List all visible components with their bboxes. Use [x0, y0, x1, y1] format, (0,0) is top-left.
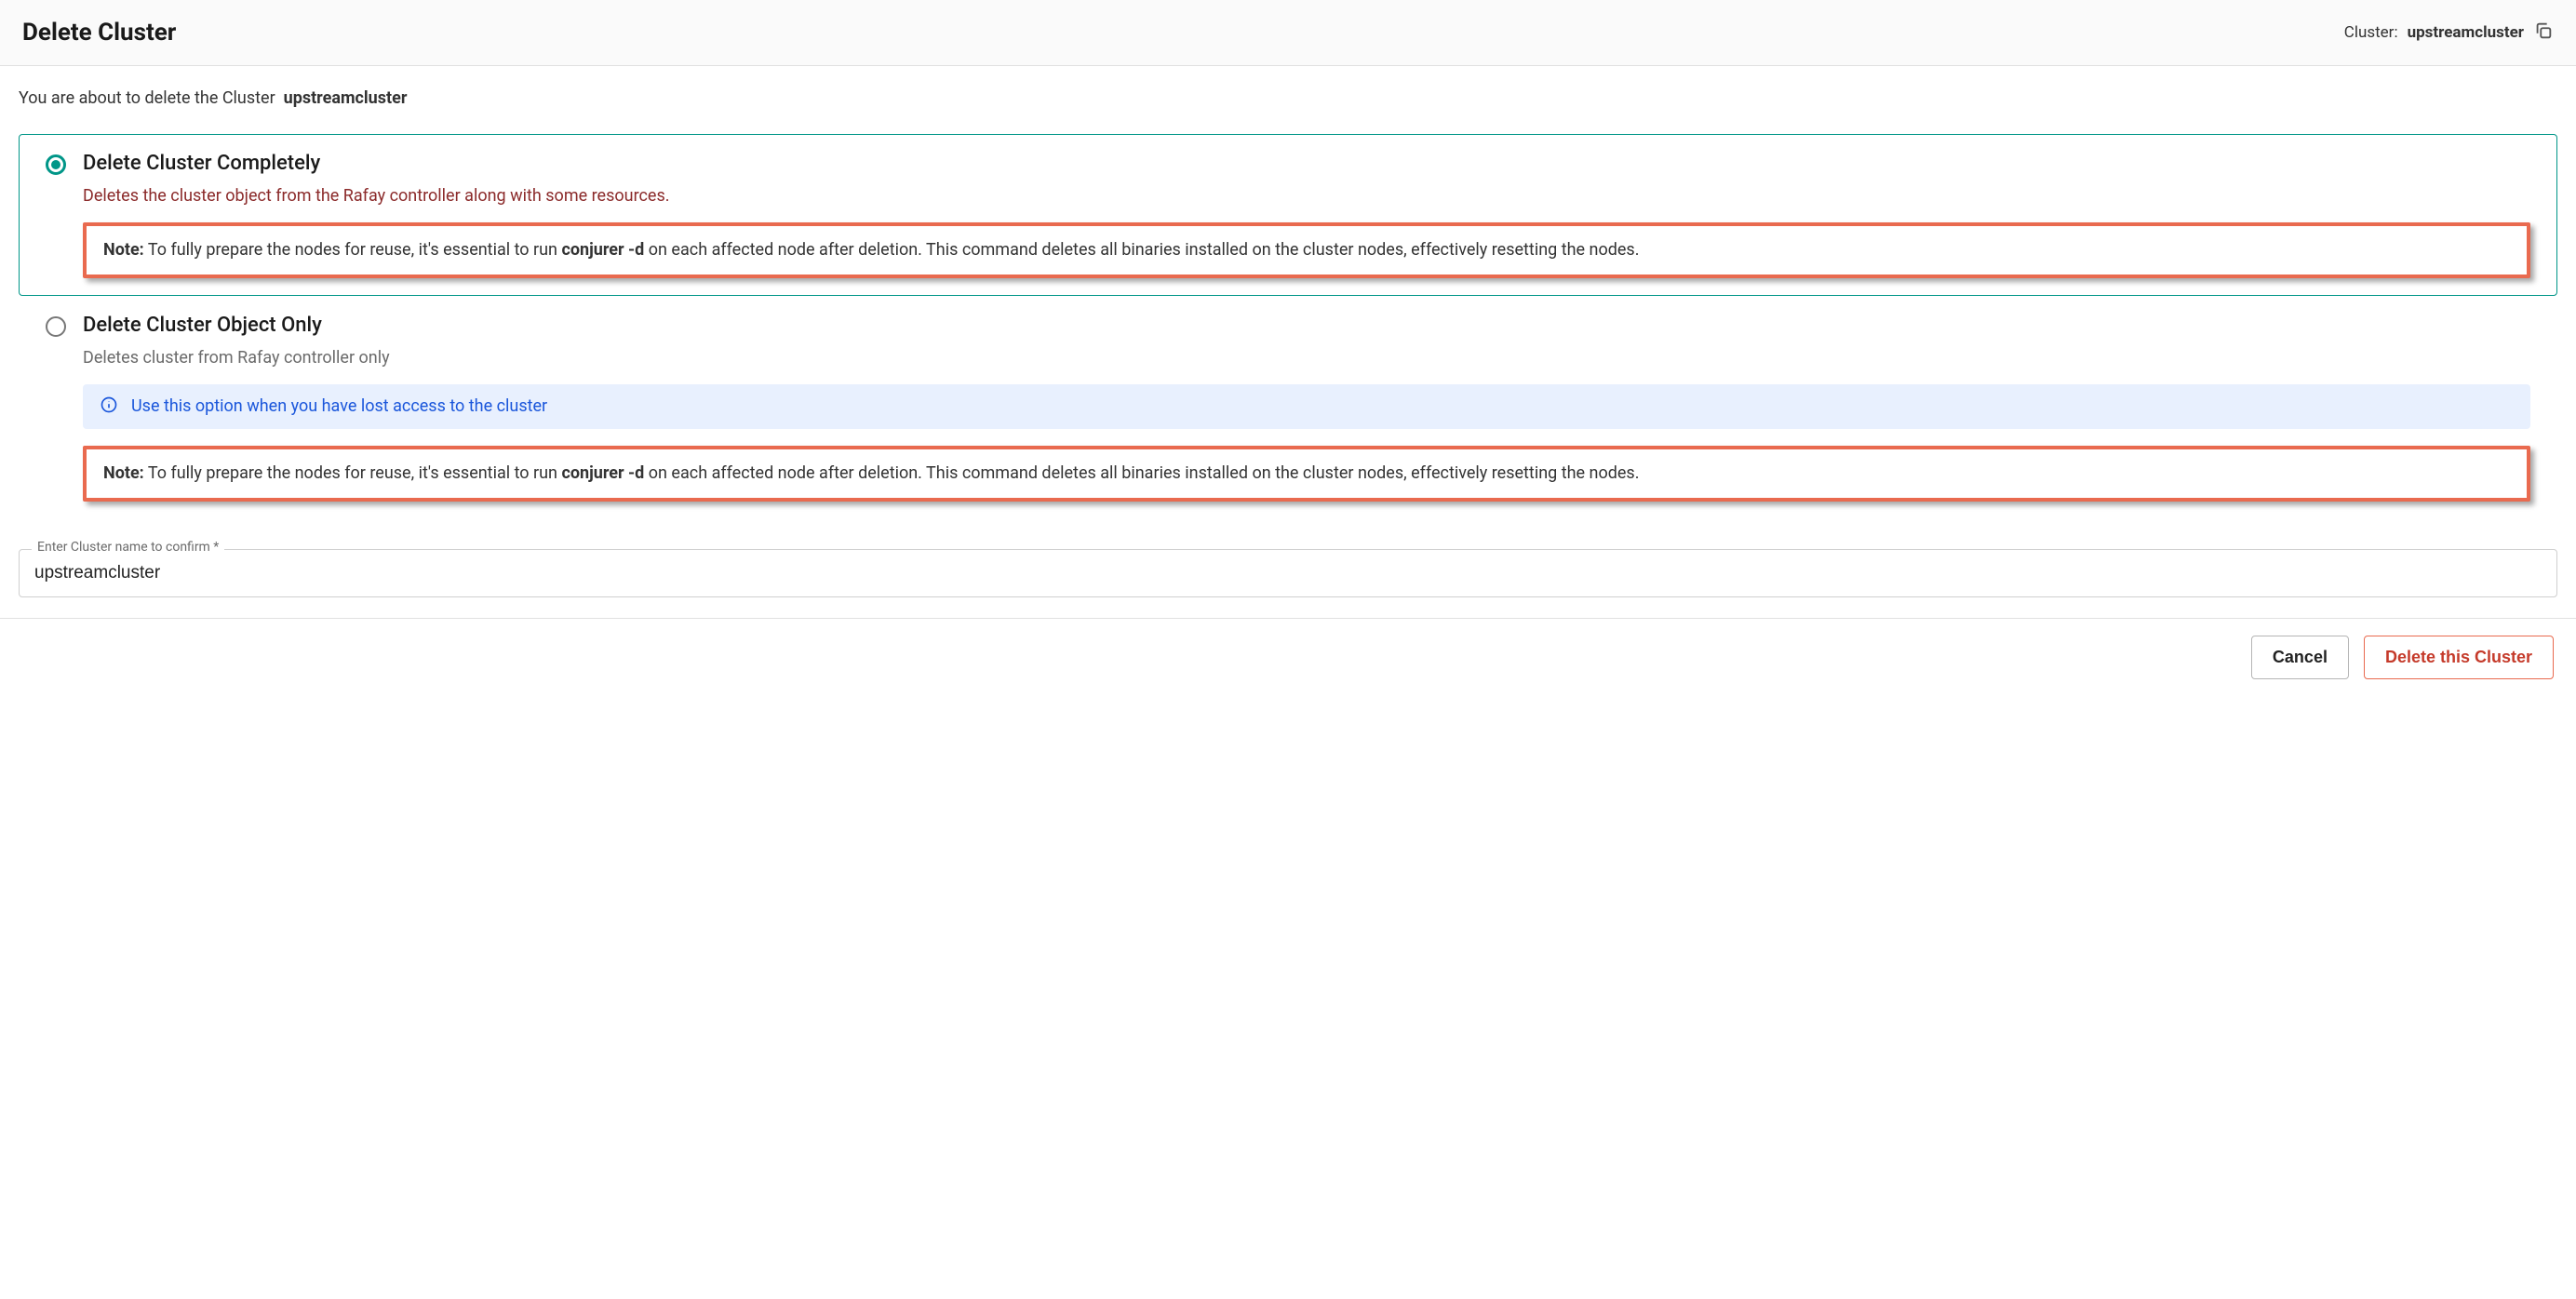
note-pre: To fully prepare the nodes for reuse, it… — [144, 463, 562, 483]
cluster-identifier: Cluster: upstreamcluster — [2344, 20, 2554, 46]
info-callout: Use this option when you have lost acces… — [83, 384, 2530, 429]
info-text: Use this option when you have lost acces… — [131, 396, 547, 416]
radio-delete-completely[interactable] — [46, 154, 66, 175]
intro-text: You are about to delete the Cluster upst… — [19, 88, 2557, 108]
cluster-label: Cluster: — [2344, 23, 2398, 42]
page-title: Delete Cluster — [22, 19, 176, 47]
delete-button[interactable]: Delete this Cluster — [2364, 636, 2554, 679]
confirm-field-wrap: Enter Cluster name to confirm * — [19, 549, 2557, 597]
note-label: Note: — [103, 240, 144, 260]
option2-note: Note: To fully prepare the nodes for reu… — [83, 446, 2530, 502]
cancel-button[interactable]: Cancel — [2251, 636, 2349, 679]
dialog-header: Delete Cluster Cluster: upstreamcluster — [0, 0, 2576, 66]
radio-delete-object-only[interactable] — [46, 316, 66, 337]
option-delete-object-only[interactable]: Delete Cluster Object Only Deletes clust… — [19, 296, 2557, 519]
option2-desc: Deletes cluster from Rafay controller on… — [83, 348, 2530, 368]
intro-cluster-name: upstreamcluster — [284, 88, 408, 108]
note-post: on each affected node after deletion. Th… — [644, 463, 1639, 483]
option1-title: Delete Cluster Completely — [83, 152, 2530, 175]
option-delete-completely[interactable]: Delete Cluster Completely Deletes the cl… — [19, 134, 2557, 296]
note-pre: To fully prepare the nodes for reuse, it… — [144, 240, 562, 260]
intro-prefix: You are about to delete the Cluster — [19, 88, 275, 108]
cluster-name: upstreamcluster — [2408, 23, 2524, 42]
note-cmd: conjurer -d — [561, 463, 644, 483]
option1-desc: Deletes the cluster object from the Rafa… — [83, 186, 2530, 206]
note-post: on each affected node after deletion. Th… — [644, 240, 1639, 260]
note-cmd: conjurer -d — [561, 240, 644, 260]
dialog-body: You are about to delete the Cluster upst… — [0, 66, 2576, 597]
info-icon — [100, 395, 118, 418]
confirm-input[interactable] — [19, 549, 2557, 597]
note-label: Note: — [103, 463, 144, 483]
option1-note: Note: To fully prepare the nodes for reu… — [83, 222, 2530, 278]
delete-options: Delete Cluster Completely Deletes the cl… — [19, 134, 2557, 519]
option2-title: Delete Cluster Object Only — [83, 314, 2530, 337]
confirm-label: Enter Cluster name to confirm * — [32, 540, 224, 555]
dialog-footer: Cancel Delete this Cluster — [0, 618, 2576, 696]
copy-icon[interactable] — [2533, 20, 2554, 46]
